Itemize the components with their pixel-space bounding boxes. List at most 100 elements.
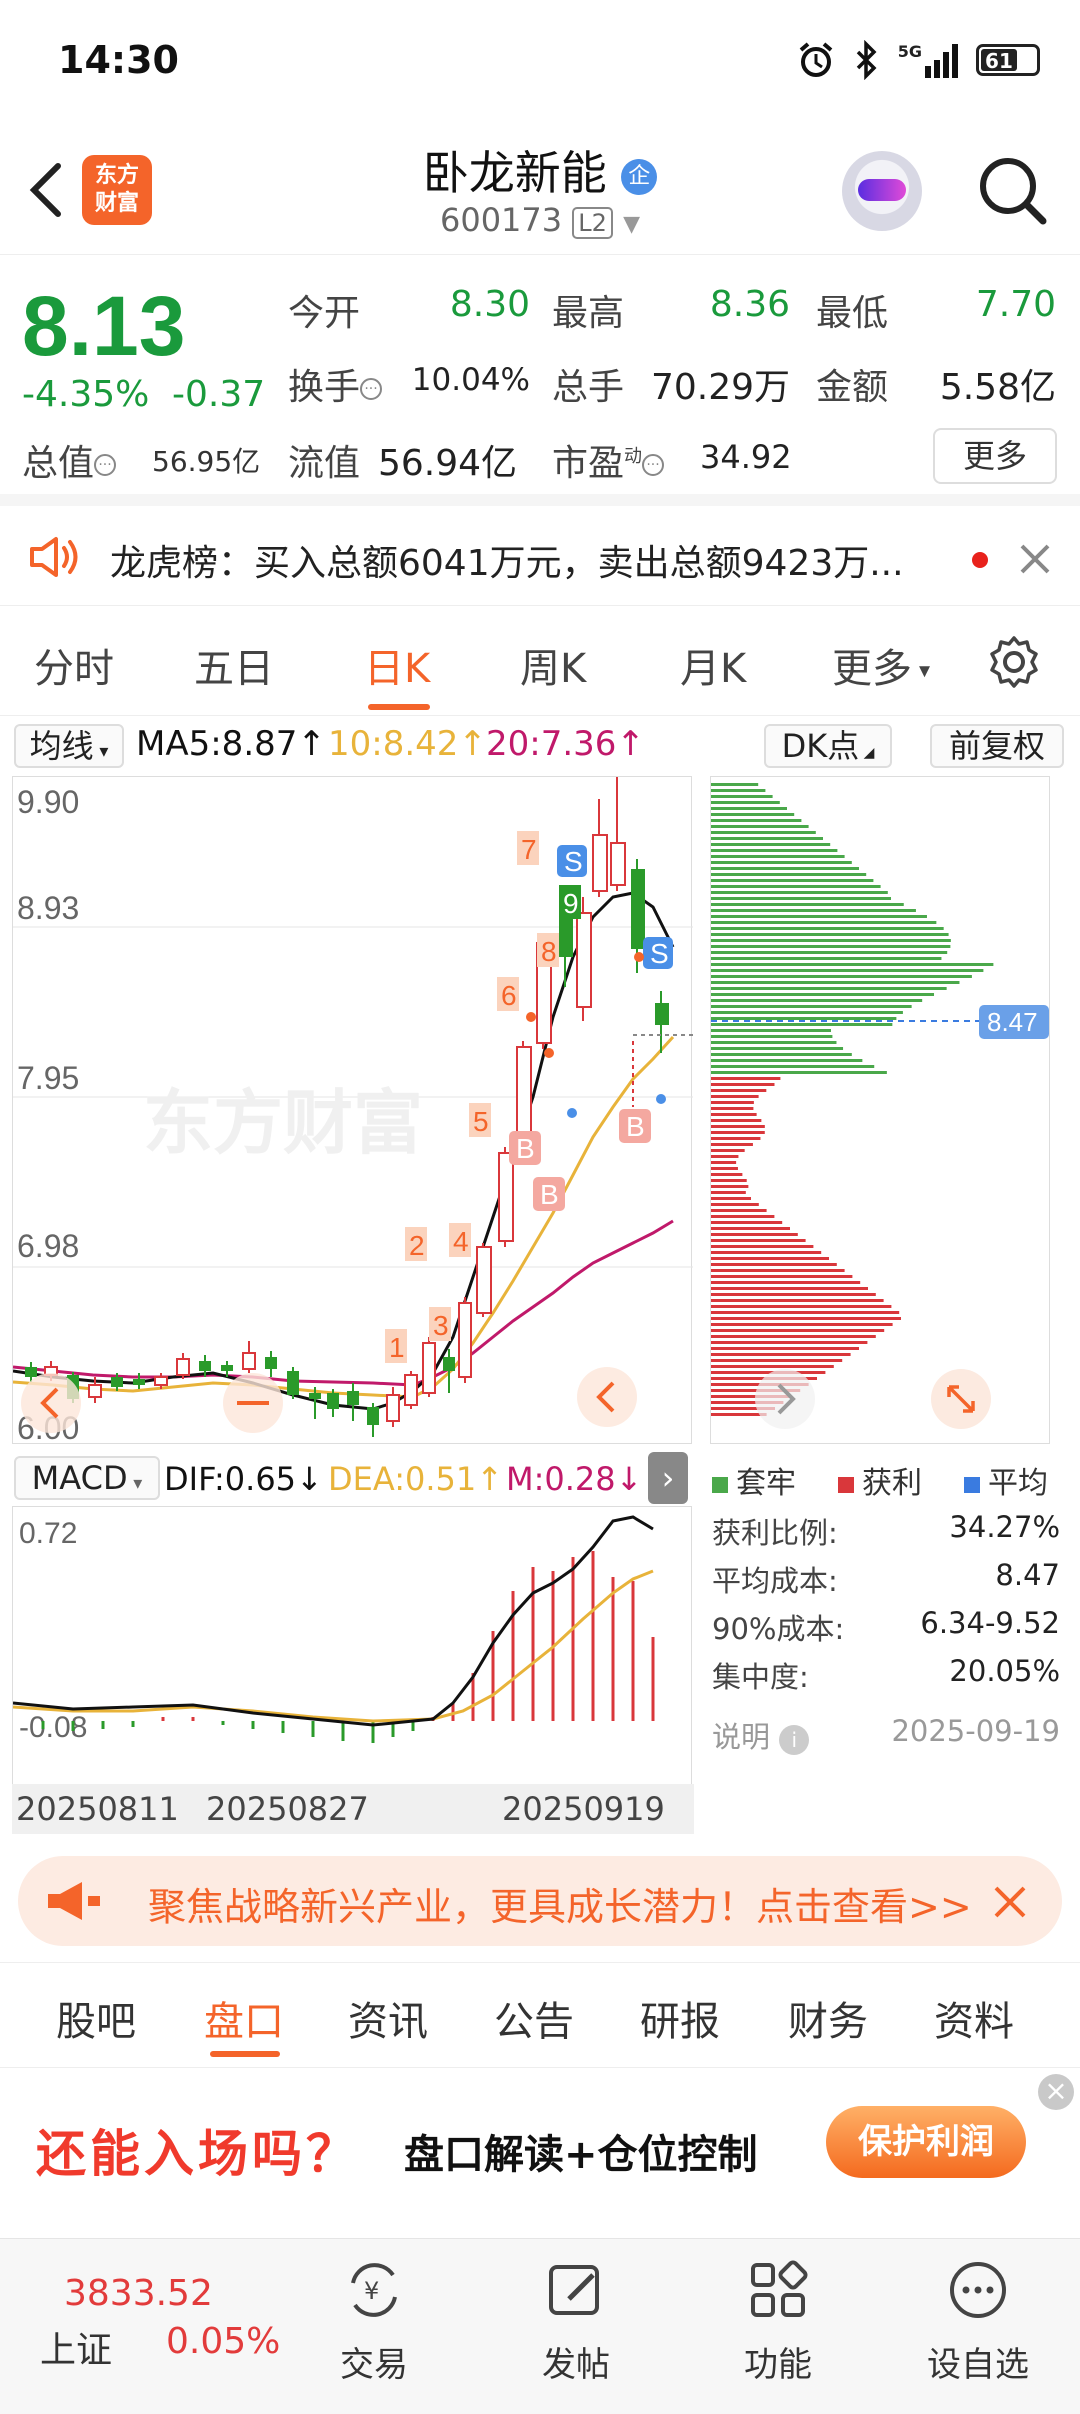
chart-period-tabs: 分时 五日 日K 周K 月K 更多 ▾ [0, 606, 1080, 716]
chip-svg: 8.47 [711, 783, 1051, 1429]
ad-cta-button[interactable]: 保护利润 [826, 2106, 1026, 2178]
tab-five-day[interactable]: 五日 [194, 636, 274, 694]
chip-legend: 套牢 获利 平均 [710, 1452, 1060, 1502]
chip-bar [711, 1335, 876, 1338]
chip-bar [711, 807, 787, 810]
function-button[interactable]: 功能 [678, 2257, 878, 2386]
quote-panel: 8.13 -4.35% -0.37 今开 8.30 最高 8.36 最低 7.7… [0, 256, 1080, 506]
chip-next-button[interactable] [755, 1369, 815, 1429]
chip-bar [711, 1155, 739, 1158]
dif-line [12, 1515, 654, 1727]
pe-label-text: 市盈 [552, 443, 625, 484]
index-name[interactable]: 上证 [40, 2321, 112, 2373]
chip-bar [711, 1209, 767, 1212]
change-percent: -4.35% [22, 374, 150, 415]
chip-note[interactable]: 说明 i [712, 1714, 810, 1756]
chip-bar [711, 951, 948, 954]
ad-banner[interactable]: 还能入场吗？ 盘口解读+仓位控制 保护利润 × [0, 2068, 1080, 2238]
float-value: 56.94亿 [378, 443, 518, 484]
legend-swatch [838, 1476, 854, 1493]
bluetooth-icon [856, 40, 877, 80]
more-button[interactable]: 更多 [933, 428, 1057, 484]
macd-histogram [41, 1551, 655, 1743]
chip-bar [711, 1059, 863, 1062]
mktcap-label: 总值 ··· [22, 434, 117, 486]
stat-key: 获利比例: [712, 1516, 838, 1550]
candle [592, 799, 608, 897]
dk-label: DK点 [781, 727, 860, 765]
legend-average: 平均 [964, 1458, 1048, 1502]
tab-monthly-k[interactable]: 月K [680, 636, 746, 694]
kline-chart[interactable]: 东方财富 1 2 3 4 5 6 7 8 9 S S B B B 9.90 8.… [12, 776, 693, 1445]
tab-intraday[interactable]: 分时 [34, 636, 114, 694]
info-icon[interactable]: ··· [360, 378, 383, 400]
macd-selector-label: MACD [31, 1459, 128, 1497]
signal-icon: 5G [898, 42, 958, 78]
zoom-out-button[interactable] [223, 1373, 283, 1433]
tab-more[interactable]: 更多 ▾ [832, 636, 930, 694]
chip-bar [711, 873, 867, 876]
amount-value: 5.58亿 [939, 367, 1056, 408]
chip-bar [711, 1281, 861, 1284]
chip-bar [711, 1119, 762, 1122]
adjust-selector[interactable]: 前复权 [930, 724, 1064, 768]
chip-bar [711, 819, 802, 822]
close-icon[interactable]: × [1038, 2074, 1074, 2110]
add-watchlist-button[interactable]: 设自选 [878, 2257, 1078, 2386]
scroll-left-button[interactable] [21, 1373, 81, 1433]
close-icon[interactable] [990, 1882, 1030, 1922]
buy-marker-label: B [540, 1179, 559, 1210]
tab-news[interactable]: 资讯 [348, 1989, 428, 2047]
chip-note-label: 说明 [712, 1720, 771, 1754]
step-marker-8: 8 [537, 933, 559, 967]
scroll-prev-button[interactable] [577, 1367, 637, 1427]
tab-finance[interactable]: 财务 [788, 1989, 868, 2047]
close-icon[interactable] [1018, 542, 1052, 576]
float-label: 流值 [288, 443, 361, 484]
tab-profile[interactable]: 资料 [934, 1989, 1014, 2047]
chip-bar [711, 915, 927, 918]
step-marker-5-label: 5 [473, 1106, 489, 1137]
info-icon[interactable]: ··· [94, 454, 117, 476]
tab-order-book[interactable]: 盘口 [204, 1989, 284, 2047]
ma20-value: 20:7.36↑ [486, 724, 645, 764]
step-marker-4-label: 4 [453, 1226, 469, 1257]
pe-value: 34.92 [700, 438, 792, 476]
dk-point-selector[interactable]: DK点 ◢ [764, 724, 892, 768]
battery-icon: 61 [976, 44, 1040, 76]
step-marker-7-label: 7 [521, 834, 537, 865]
tab-announcements[interactable]: 公告 [494, 1989, 574, 2047]
trade-button[interactable]: ¥ 交易 [274, 2257, 474, 2386]
tab-forum[interactable]: 股吧 [56, 1989, 136, 2047]
grid-icon [751, 2260, 808, 2317]
chip-distribution-chart[interactable]: 8.47 [710, 776, 1051, 1444]
chip-bar [711, 1305, 892, 1308]
macd-top-label: 0.72 [19, 1517, 77, 1550]
dragon-tiger-banner[interactable]: 龙虎榜：买入总额6041万元，卖出总额9423万... [0, 506, 1080, 606]
macd-chart[interactable]: 0.72 -0.08 [12, 1506, 692, 1786]
macd-selector[interactable]: MACD ▾ [14, 1456, 160, 1500]
chip-bar [711, 1083, 775, 1086]
post-button[interactable]: 发帖 [476, 2257, 676, 2386]
chip-bar [711, 969, 984, 972]
expand-chart-button[interactable] [931, 1369, 991, 1429]
chip-bar [711, 867, 859, 870]
chip-bar [711, 1185, 749, 1188]
chip-bar [711, 1053, 852, 1056]
tab-weekly-k[interactable]: 周K [520, 636, 586, 694]
tab-daily-k[interactable]: 日K [364, 636, 430, 694]
candle [265, 1351, 277, 1377]
chip-bar [711, 1113, 757, 1116]
candle [386, 1387, 400, 1427]
ai-assistant-avatar[interactable] [842, 151, 922, 231]
tab-research[interactable]: 研报 [640, 1989, 720, 2047]
settings-gear-icon[interactable] [986, 634, 1042, 690]
promo-banner[interactable]: 聚焦战略新兴产业，更具成长潜力！点击查看>> [18, 1856, 1062, 1946]
volume-value: 70.29万 [650, 367, 790, 408]
ma-selector[interactable]: 均线 ▾ [14, 724, 124, 768]
search-icon[interactable] [975, 153, 1050, 228]
info-icon[interactable]: ··· [642, 454, 665, 476]
chip-bar [711, 1137, 761, 1140]
buy-marker: B [533, 1177, 565, 1211]
expand-indicator-button[interactable]: › [648, 1452, 688, 1504]
